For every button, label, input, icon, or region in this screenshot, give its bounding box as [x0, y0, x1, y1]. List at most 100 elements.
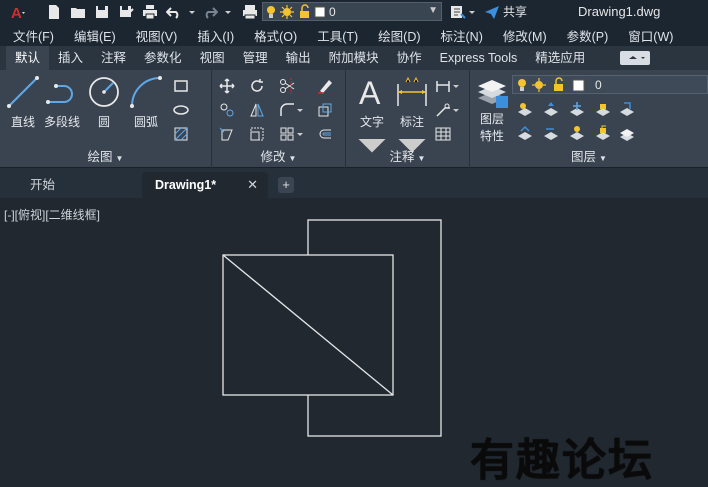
save-button[interactable] [92, 2, 112, 22]
tab-manage[interactable]: 管理 [234, 46, 277, 70]
move-icon [219, 78, 235, 94]
save-as-button[interactable] [116, 2, 136, 22]
circle-tool-button[interactable]: 圆 [86, 74, 122, 130]
tab-insert[interactable]: 插入 [49, 46, 92, 70]
array-tool-button[interactable] [278, 125, 296, 143]
share-button[interactable]: 共享 [484, 3, 527, 20]
stretch-icon [219, 127, 233, 141]
copy-tool-button[interactable] [218, 101, 236, 119]
redo-button[interactable] [200, 2, 220, 22]
menu-parametric[interactable]: 参数(P) [554, 26, 616, 45]
stretch-tool-button[interactable] [218, 125, 236, 143]
undo-dropdown[interactable] [188, 2, 196, 22]
tab-annotate[interactable]: 注释 [92, 46, 135, 70]
polyline-tool-label: 多段线 [44, 115, 81, 129]
hatch-tool-button[interactable] [172, 125, 190, 143]
layer-properties-button[interactable]: 图层 特性 [474, 74, 510, 144]
table-button[interactable] [434, 125, 452, 143]
layer-match-dropdown[interactable] [468, 2, 476, 22]
tab-home[interactable]: 默认 [6, 46, 50, 70]
tab-output[interactable]: 输出 [277, 46, 320, 70]
layer-tool-5[interactable] [618, 100, 636, 118]
open-file-button[interactable] [68, 2, 88, 22]
undo-button[interactable] [164, 2, 184, 22]
linear-dim-button[interactable] [434, 77, 452, 95]
rectangle-icon [174, 80, 188, 92]
polyline-icon [46, 84, 73, 104]
explode-tool-button[interactable] [316, 101, 334, 119]
arc-tool-button[interactable]: 圆弧 [128, 74, 164, 130]
mirror-tool-button[interactable] [248, 101, 266, 119]
menu-view[interactable]: 视图(V) [123, 26, 185, 45]
layer-tool-2[interactable] [542, 100, 560, 118]
new-file-button[interactable] [44, 2, 64, 22]
layer-dropdown[interactable]: 0 ▼ [262, 2, 442, 21]
layer-match-button[interactable] [448, 2, 468, 22]
ribbon-tab-bar: 默认 插入 注释 参数化 视图 管理 输出 附加模块 协作 Express To… [0, 46, 708, 70]
menu-insert[interactable]: 插入(I) [184, 26, 241, 45]
tab-express-tools[interactable]: Express Tools [431, 46, 527, 70]
panel-annotation-title[interactable]: 注释 ▼ [346, 146, 469, 165]
chevron-down-icon [297, 133, 303, 136]
ribbon-layer-dropdown[interactable]: 0 [512, 75, 708, 94]
polyline-tool-button[interactable]: 多段线 [44, 74, 80, 130]
offset-tool-button[interactable] [316, 125, 334, 143]
rectangle-tool-button[interactable] [172, 77, 190, 95]
share-label: 共享 [503, 5, 528, 19]
layer-tool-9[interactable] [594, 124, 612, 142]
layer-tool-10[interactable] [618, 124, 636, 142]
layer-tool-8[interactable] [568, 124, 586, 142]
close-icon[interactable]: ✕ [247, 172, 258, 198]
tab-collaborate[interactable]: 协作 [388, 46, 431, 70]
menu-draw[interactable]: 绘图(D) [365, 26, 427, 45]
trim-tool-button[interactable] [278, 77, 296, 95]
chevron-down-icon [189, 11, 195, 14]
menu-edit[interactable]: 编辑(E) [61, 26, 123, 45]
ellipse-tool-button[interactable] [172, 101, 190, 119]
print-button[interactable] [140, 2, 160, 22]
tab-parametric[interactable]: 参数化 [135, 46, 191, 70]
layer-match-icon [451, 6, 466, 19]
chevron-down-icon [453, 109, 459, 112]
leader-button[interactable] [434, 101, 452, 119]
tab-start[interactable]: 开始 [30, 172, 55, 198]
new-tab-button[interactable]: + [278, 177, 294, 193]
menu-modify[interactable]: 修改(M) [490, 26, 554, 45]
erase-tool-button[interactable] [316, 77, 334, 95]
menu-dimension[interactable]: 标注(N) [428, 26, 490, 45]
layer-tool-3[interactable] [568, 100, 586, 118]
panel-layers-title[interactable]: 图层 ▼ [470, 146, 708, 165]
leader-dropdown[interactable] [452, 101, 460, 119]
layer-tool-6[interactable] [516, 124, 534, 142]
redo-dropdown[interactable] [224, 2, 232, 22]
rotate-tool-button[interactable] [248, 77, 266, 95]
menu-format[interactable]: 格式(O) [241, 26, 304, 45]
drawing-canvas[interactable]: [-][俯视][二维线框] 有趣论坛 [0, 198, 708, 487]
layer-tool-1[interactable] [516, 100, 534, 118]
fillet-tool-button[interactable] [278, 101, 296, 119]
app-menu-button[interactable]: A [4, 2, 32, 22]
move-tool-button[interactable] [218, 77, 236, 95]
panel-modify-title[interactable]: 修改 ▼ [212, 146, 345, 165]
tab-drawing1[interactable]: Drawing1* ✕ [142, 172, 268, 198]
linear-dim-dropdown[interactable] [452, 77, 460, 95]
layer-tool-7[interactable] [542, 124, 560, 142]
chevron-down-icon: ▼ [288, 154, 297, 163]
circle-tool-label: 圆 [97, 115, 110, 129]
arc-tool-label: 圆弧 [133, 115, 158, 129]
tab-featured-apps[interactable]: 精选应用 [526, 46, 594, 70]
ribbon-minimize-button[interactable] [620, 51, 650, 65]
plot-button[interactable] [240, 2, 260, 22]
tab-addins[interactable]: 附加模块 [320, 46, 388, 70]
layer-tool-4[interactable] [594, 100, 612, 118]
menu-window[interactable]: 窗口(W) [615, 26, 680, 45]
scale-tool-button[interactable] [248, 125, 266, 143]
tab-view[interactable]: 视图 [191, 46, 234, 70]
menu-file[interactable]: 文件(F) [0, 26, 61, 45]
panel-draw-title[interactable]: 绘图 ▼ [0, 146, 211, 165]
fillet-dropdown[interactable] [296, 101, 304, 119]
hatch-icon [174, 127, 188, 141]
line-tool-button[interactable]: 直线 [5, 74, 41, 130]
menu-tools[interactable]: 工具(T) [304, 26, 365, 45]
array-dropdown[interactable] [296, 125, 304, 143]
